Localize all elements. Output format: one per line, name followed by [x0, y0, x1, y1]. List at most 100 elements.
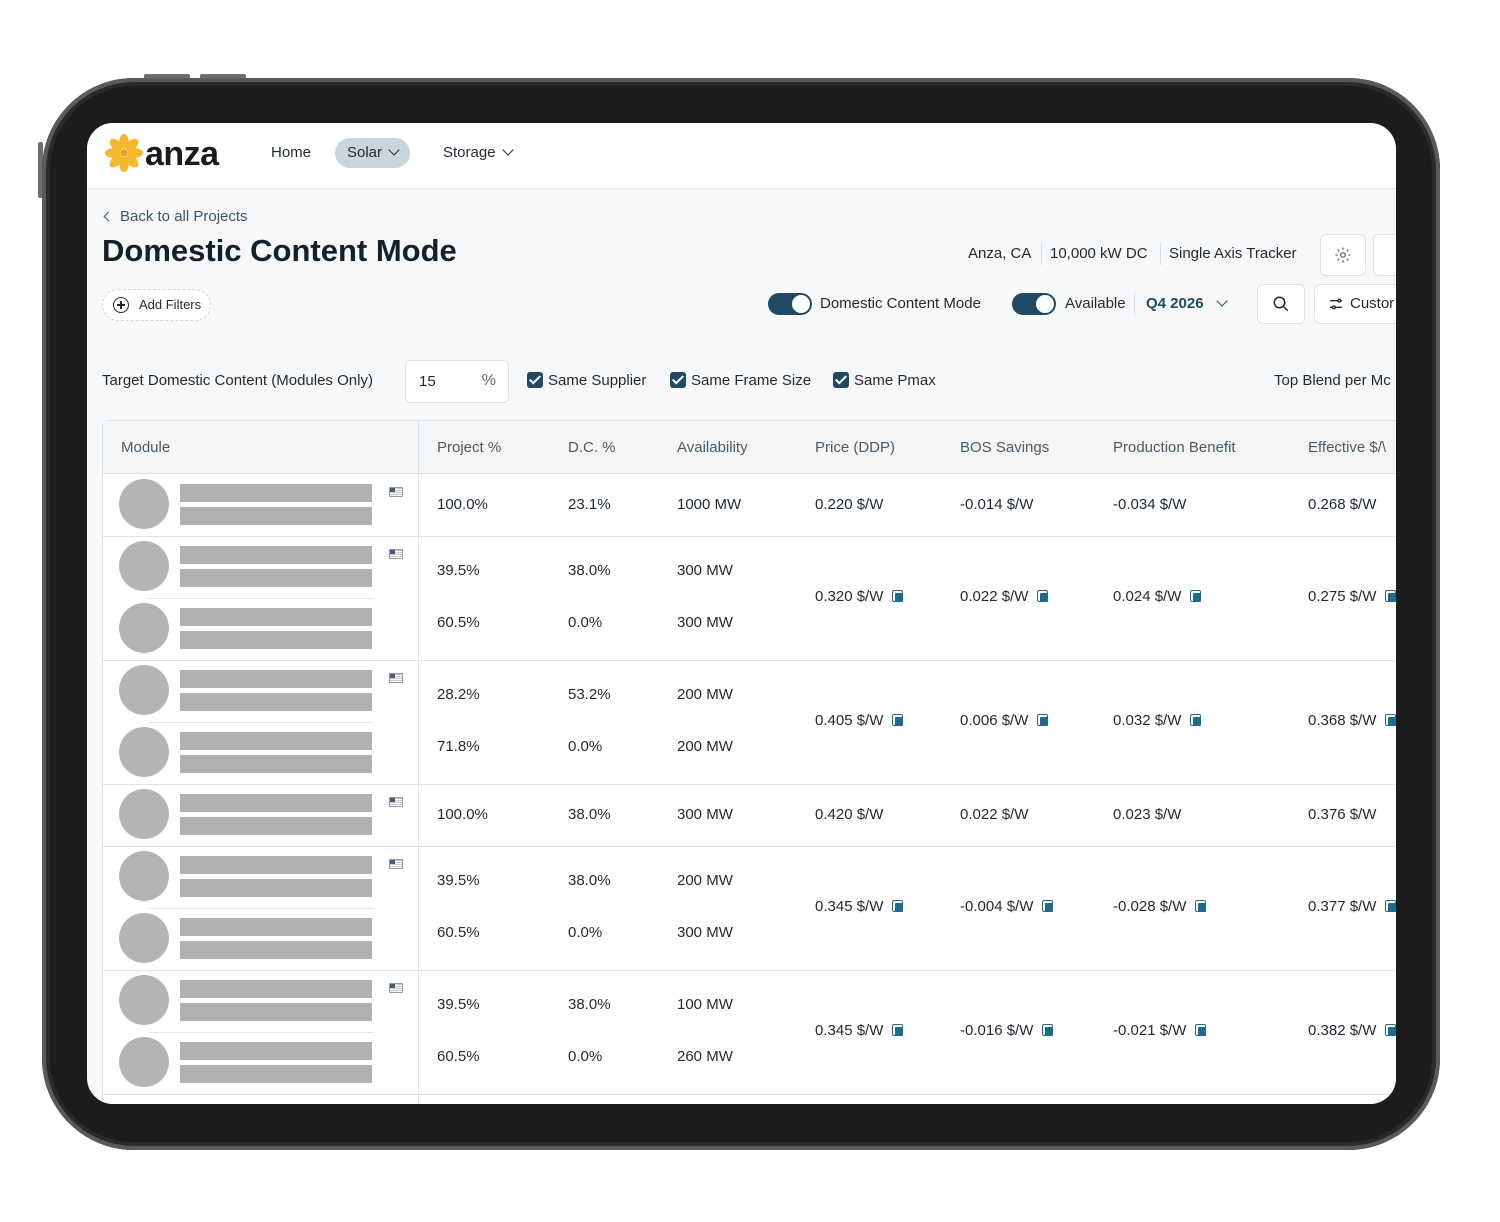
project-pct-cell-value: 39.5%	[437, 872, 480, 889]
percent-unit: %	[481, 372, 496, 389]
availability-cell: 200 MW	[677, 738, 733, 755]
table-row[interactable]: 100.0% 23.1% 1000 MW 0.220 $/W -0.014 $/W -0.…	[103, 474, 1396, 537]
dc-pct-cell-value: 0.0%	[568, 614, 603, 631]
redacted-module-name	[180, 856, 372, 874]
same-pmax-checkbox[interactable]	[833, 372, 849, 388]
dc-pct-cell-value: 38.0%	[568, 872, 611, 889]
project-pct-cell: 39.5%	[437, 996, 480, 1013]
add-filters-button[interactable]: Add Filters	[102, 289, 212, 321]
copy-icon[interactable]	[1385, 714, 1396, 727]
dc-pct-cell: 53.2%	[568, 686, 611, 703]
copy-icon[interactable]	[1042, 1024, 1054, 1037]
col-bos-savings[interactable]: BOS Savings	[960, 439, 1049, 456]
dc-pct-cell: 0.0%	[568, 614, 602, 631]
table-row[interactable]: 39.5% 38.0% 200 MW 60.5% 0.0% 300 MW 0.345 $/W…	[103, 846, 1396, 971]
col-production-benefit[interactable]: Production Benefit	[1113, 439, 1236, 456]
project-pct-cell-value: 39.5%	[437, 996, 480, 1013]
page-title: Domestic Content Mode	[102, 233, 457, 268]
effective-cell: 0.382 $/W	[1308, 1022, 1396, 1039]
same-frame-size-checkbox[interactable]	[670, 372, 686, 388]
nav-solar[interactable]: Solar	[335, 138, 411, 168]
redacted-module-name	[180, 608, 372, 626]
col-availability[interactable]: Availability	[677, 439, 748, 456]
effective-cell: 0.275 $/W	[1308, 588, 1396, 605]
effective-cell-value: 0.268 $/W	[1308, 496, 1377, 513]
back-link-label: Back to all Projects	[120, 208, 248, 225]
table-row[interactable]: 39.5% 38.0% 100 MW 60.5% 0.0% 260 MW 0.345 $/W…	[103, 970, 1396, 1095]
quarter-select[interactable]: Q4 2026	[1146, 295, 1228, 312]
module-avatar	[119, 913, 169, 963]
nav-storage[interactable]: Storage	[431, 138, 524, 168]
copy-icon[interactable]	[1190, 590, 1202, 603]
table-row[interactable]: 100.0% 38.0% 300 MW 0.420 $/W 0.022 $/W 0.023…	[103, 784, 1396, 847]
target-percent-value: 15	[419, 373, 436, 390]
settings-button[interactable]	[1320, 234, 1366, 276]
redacted-module-name	[180, 980, 372, 998]
target-percent-input[interactable]: 15 %	[405, 360, 509, 403]
copy-icon[interactable]	[1385, 1024, 1396, 1037]
project-pct-cell: 39.5%	[437, 562, 480, 579]
price-cell: 0.420 $/W	[815, 806, 883, 823]
dc-pct-cell-value: 38.0%	[568, 562, 611, 579]
chevron-down-icon	[1215, 295, 1228, 307]
availability-cell-value: 300 MW	[677, 562, 733, 579]
availability-cell-value: 300 MW	[677, 614, 733, 631]
table-row[interactable]: 39.5% 38.0% 300 MW 60.5% 0.0% 300 MW 0.320 $/W…	[103, 536, 1396, 661]
controls-divider	[1134, 293, 1135, 315]
dc-pct-cell-value: 38.0%	[568, 996, 611, 1013]
production-benefit-cell-value: 0.023 $/W	[1113, 806, 1182, 823]
available-toggle[interactable]	[1012, 293, 1056, 315]
bos-savings-cell: -0.004 $/W	[960, 898, 1054, 915]
search-button[interactable]	[1257, 284, 1305, 324]
dc-pct-cell: 0.0%	[568, 924, 602, 941]
module-separator	[149, 908, 374, 909]
redacted-module-name	[180, 1042, 372, 1060]
col-project-pct[interactable]: Project %	[437, 439, 501, 456]
project-tracker: Single Axis Tracker	[1169, 245, 1297, 262]
project-pct-cell: 39.5%	[437, 872, 480, 889]
col-module[interactable]: Module	[121, 439, 170, 456]
copy-icon[interactable]	[892, 1024, 904, 1037]
copy-icon[interactable]	[1037, 590, 1049, 603]
production-benefit-cell-value: -0.021 $/W	[1113, 1022, 1187, 1039]
dc-pct-cell-value: 0.0%	[568, 924, 603, 941]
toggle-knob	[792, 295, 810, 313]
production-benefit-cell-value: -0.034 $/W	[1113, 496, 1187, 513]
project-pct-cell-value: 71.8%	[437, 738, 480, 755]
copy-icon[interactable]	[892, 900, 904, 913]
project-pct-cell: 60.5%	[437, 924, 480, 941]
nav-home[interactable]: Home	[259, 138, 323, 168]
copy-icon[interactable]	[1195, 900, 1207, 913]
availability-cell: 300 MW	[677, 806, 733, 823]
copy-icon[interactable]	[1195, 1024, 1207, 1037]
modules-table: Module Project % D.C. % Availability Pri…	[102, 420, 1396, 1104]
effective-cell-value: 0.275 $/W	[1308, 588, 1377, 605]
copy-icon[interactable]	[1385, 900, 1396, 913]
project-pct-cell-value: 39.5%	[437, 562, 480, 579]
copy-icon[interactable]	[1042, 900, 1054, 913]
col-effective[interactable]: Effective $/\	[1308, 439, 1386, 456]
project-pct-cell: 100.0%	[437, 806, 488, 823]
copy-icon[interactable]	[1037, 714, 1049, 727]
col-dc-pct[interactable]: D.C. %	[568, 439, 616, 456]
customize-button[interactable]: Custor	[1314, 284, 1396, 324]
copy-icon[interactable]	[892, 590, 904, 603]
project-pct-cell: 100.0%	[437, 496, 488, 513]
col-price[interactable]: Price (DDP)	[815, 439, 895, 456]
dc-pct-cell: 38.0%	[568, 562, 611, 579]
same-supplier-checkbox[interactable]	[527, 372, 543, 388]
toggle-knob	[1036, 295, 1054, 313]
table-row[interactable]: 28.2% 53.2% 200 MW 71.8% 0.0% 200 MW 0.405 $/W…	[103, 660, 1396, 785]
top-blend-label: Top Blend per Mc	[1274, 372, 1391, 389]
back-to-projects-link[interactable]: Back to all Projects	[103, 208, 248, 225]
redacted-module-name	[180, 879, 372, 897]
copy-icon[interactable]	[1385, 590, 1396, 603]
copy-icon[interactable]	[892, 714, 904, 727]
copy-icon[interactable]	[1190, 714, 1202, 727]
nav-storage-label: Storage	[443, 144, 496, 161]
anza-logo[interactable]: anza	[105, 134, 225, 174]
project-capacity: 10,000 kW DC	[1050, 245, 1148, 262]
dc-pct-cell: 38.0%	[568, 872, 611, 889]
domestic-content-toggle[interactable]	[768, 293, 812, 315]
share-button[interactable]	[1373, 234, 1396, 276]
